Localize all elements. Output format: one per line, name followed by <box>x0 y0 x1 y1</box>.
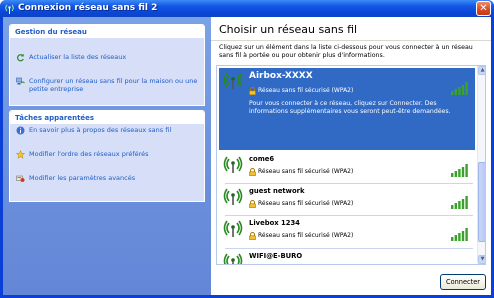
connect-button[interactable]: Connecter <box>440 274 486 290</box>
title-bar[interactable]: Connexion réseau sans fil 2 ✕ <box>0 0 494 17</box>
network-name: Airbox-XXXX <box>249 71 313 81</box>
signal-strength-icon <box>451 82 469 95</box>
lock-icon <box>249 87 256 95</box>
window-title: Connexion réseau sans fil 2 <box>18 3 158 13</box>
task-label: Modifier les paramètres avancés <box>29 174 136 182</box>
divider <box>211 40 491 41</box>
signal-strength-icon <box>451 228 469 241</box>
close-icon: ✕ <box>479 3 488 14</box>
antenna-icon <box>223 156 243 174</box>
security-status: Réseau sans fil sécurisé (WPA2) <box>258 232 354 239</box>
antenna-icon <box>223 188 243 206</box>
network-item-come6[interactable]: come6 Réseau sans fil sécurisé (WPA2) <box>219 152 475 183</box>
antenna-icon <box>223 72 243 90</box>
related-tasks-box: Tâches apparentées En savoir plus à prop… <box>9 110 205 202</box>
network-tasks-header: Gestion du réseau <box>10 25 204 38</box>
instructions-text: Cliquez sur un élément dans la liste ci-… <box>219 44 473 59</box>
security-status: Réseau sans fil sécurisé (WPA2) <box>258 200 354 207</box>
refresh-icon <box>16 53 24 62</box>
network-tasks-box: Gestion du réseau Actualiser la liste de… <box>9 24 205 106</box>
antenna-icon <box>223 220 243 238</box>
scroll-down-arrow-icon[interactable]: ▼ <box>478 255 485 264</box>
network-item-wifi-e-buro[interactable]: WIFI@E-BURO <box>219 249 475 265</box>
network-name: Livebox 1234 <box>249 219 300 227</box>
security-status: Réseau sans fil sécurisé (WPA2) <box>258 168 354 175</box>
settings-icon <box>16 175 25 182</box>
task-label: Actualiser la liste des réseaux <box>29 53 127 61</box>
scrollbar-thumb[interactable] <box>478 162 485 242</box>
wireless-network-icon <box>5 4 14 14</box>
network-list[interactable]: Airbox-XXXX Réseau sans fil sécurisé (WP… <box>216 65 486 265</box>
wireless-connection-window: Connexion réseau sans fil 2 ✕ Gestion du… <box>0 0 494 298</box>
main-content: Choisir un réseau sans fil Cliquez sur u… <box>211 17 491 295</box>
network-item-airbox[interactable]: Airbox-XXXX Réseau sans fil sécurisé (WP… <box>219 68 475 150</box>
antenna-icon <box>223 253 243 265</box>
task-label: Modifier l'ordre des réseaux préférés <box>29 150 149 158</box>
signal-strength-icon <box>451 196 469 209</box>
signal-strength-icon <box>451 164 469 177</box>
network-name: WIFI@E-BURO <box>249 252 303 260</box>
lock-icon <box>249 232 256 240</box>
lock-icon <box>249 168 256 176</box>
lock-icon <box>249 200 256 208</box>
network-description: Pour vous connecter à ce réseau, cliquez… <box>249 100 451 115</box>
network-name: guest network <box>249 187 305 195</box>
task-label: En savoir plus à propos des réseaux sans… <box>29 126 172 134</box>
page-title: Choisir un réseau sans fil <box>219 23 358 36</box>
star-icon <box>16 150 25 159</box>
network-item-livebox-1234[interactable]: Livebox 1234 Réseau sans fil sécurisé (W… <box>219 216 475 248</box>
setup-network-icon <box>16 77 25 85</box>
info-icon <box>16 126 25 135</box>
close-button[interactable]: ✕ <box>476 1 491 16</box>
network-list-scrollbar[interactable]: ▲ ▼ <box>477 66 485 264</box>
security-status: Réseau sans fil sécurisé (WPA2) <box>258 87 354 94</box>
network-name: come6 <box>249 155 275 163</box>
related-tasks-header: Tâches apparentées <box>10 111 204 124</box>
scroll-up-arrow-icon[interactable]: ▲ <box>478 66 485 75</box>
task-pane: Gestion du réseau Actualiser la liste de… <box>3 17 211 295</box>
task-label: Configurer un réseau sans fil pour la ma… <box>29 77 198 93</box>
network-item-guest-network[interactable]: guest network Réseau sans fil sécurisé (… <box>219 184 475 215</box>
window-body: Gestion du réseau Actualiser la liste de… <box>3 17 491 295</box>
